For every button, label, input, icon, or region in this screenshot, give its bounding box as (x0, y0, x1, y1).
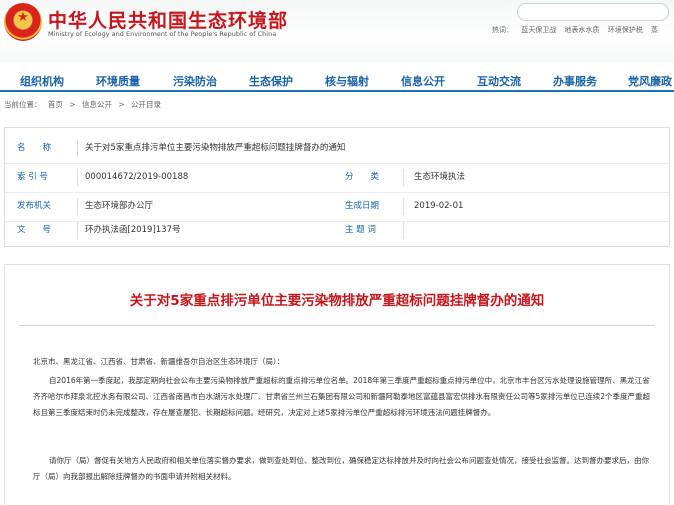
docno-value: 环办执法函[2019]137号 (85, 225, 181, 235)
info-row-index: 索 引 号 000014672/2019-00188 分 类 生态环境执法 (5, 163, 669, 193)
hot-keywords-label: 热词： (492, 26, 513, 34)
main-nav: 组织机构 环境质量 污染防治 生态保护 核与辐射 信息公开 互动交流 办事服务 … (0, 70, 674, 92)
nav-item-pollution-control[interactable]: 污染防治 (173, 73, 217, 89)
nav-item-environment-quality[interactable]: 环境质量 (96, 73, 140, 89)
hot-keyword-link[interactable]: 地表水水质 (564, 26, 599, 34)
divider (403, 222, 404, 239)
info-row-docno: 文 号 环办执法函[2019]137号 主 题 词 (5, 216, 669, 245)
article-paragraph: 请你厅（局）督促有关地方人民政府和相关单位落实督办要求，做到查处到位、整改到位，… (33, 456, 649, 481)
divider (403, 169, 404, 186)
document-info-table: 名 称 关于对5家重点排污单位主要污染物排放严重超标问题挂牌督办的通知 索 引 … (4, 127, 670, 247)
category-value: 生态环境执法 (414, 172, 466, 182)
divider (403, 198, 404, 215)
article-paragraph: 自2016年第一季度起，我部定期向社会公布主要污染物排放严重超标的重点排污单位名… (33, 376, 651, 417)
nav-item-public-info[interactable]: 信息公开 (401, 73, 445, 89)
hot-keywords: 热词： 蓝天保卫战 地表水水质 环境保护税 蒸 (492, 25, 664, 35)
divider (77, 222, 78, 239)
docno-label: 文 号 (17, 225, 52, 235)
info-row-name: 名 称 关于对5家重点排污单位主要污染物排放严重超标问题挂牌督办的通知 (5, 134, 669, 164)
breadcrumb-public-info[interactable]: 信息公开 (82, 100, 112, 109)
category-label: 分 类 (345, 172, 380, 182)
nav-item-nuclear-radiation[interactable]: 核与辐射 (325, 73, 369, 89)
divider (77, 198, 78, 215)
breadcrumb-separator: > (69, 100, 76, 109)
article-addressee: 北京市、黑龙江省、江西省、甘肃省、新疆维吾尔自治区生态环境厅（局）： (33, 357, 285, 366)
breadcrumb-prefix: 当前位置： (4, 100, 42, 109)
site-title[interactable]: 中华人民共和国生态环境部 (48, 6, 288, 33)
breadcrumb: 当前位置： 首页 > 信息公开 > 公开目录 (4, 99, 165, 110)
name-label: 名 称 (17, 143, 52, 153)
article-body: 关于对5家重点排污单位主要污染物排放严重超标问题挂牌督办的通知 北京市、黑龙江省… (4, 264, 670, 505)
nav-item-integrity[interactable]: 党风廉政 (628, 73, 672, 89)
hot-keyword-link[interactable]: 蓝天保卫战 (521, 26, 556, 34)
breadcrumb-catalog[interactable]: 公开目录 (131, 100, 161, 109)
nav-item-services[interactable]: 办事服务 (553, 73, 597, 89)
nav-item-organization[interactable]: 组织机构 (20, 73, 64, 89)
divider (77, 140, 78, 157)
national-emblem-icon (4, 3, 42, 41)
title-divider (19, 325, 655, 326)
subject-label: 主 题 词 (345, 225, 376, 235)
breadcrumb-home[interactable]: 首页 (48, 100, 63, 109)
index-label: 索 引 号 (17, 172, 48, 182)
nav-item-ecology[interactable]: 生态保护 (249, 73, 293, 89)
site-header: 中华人民共和国生态环境部 Ministry of Ecology and Env… (0, 0, 674, 62)
hot-keyword-link[interactable]: 环境保护税 (608, 26, 643, 34)
article-title: 关于对5家重点排污单位主要污染物排放严重超标问题挂牌督办的通知 (129, 293, 545, 309)
index-value: 000014672/2019-00188 (85, 172, 189, 182)
divider (77, 169, 78, 186)
breadcrumb-separator: > (118, 100, 125, 109)
search-input[interactable] (517, 3, 669, 21)
nav-item-interaction[interactable]: 互动交流 (477, 73, 521, 89)
name-value: 关于对5家重点排污单位主要污染物排放严重超标问题挂牌督办的通知 (85, 143, 346, 153)
site-title-en: Ministry of Ecology and Environment of t… (48, 30, 277, 38)
hot-keyword-link[interactable]: 蒸 (651, 26, 658, 34)
